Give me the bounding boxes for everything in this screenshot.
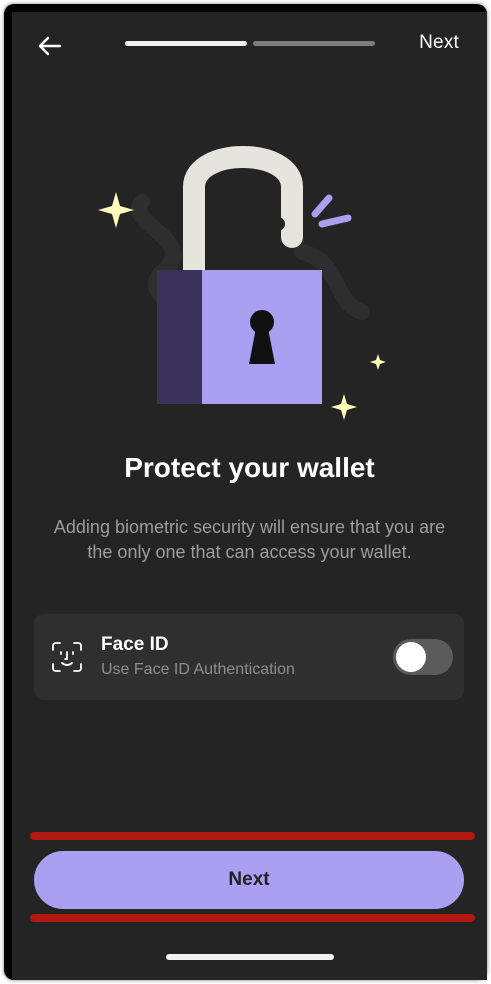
step-progress-bar [125,41,375,47]
next-button[interactable]: Next [34,851,464,909]
open-padlock-icon [98,146,386,420]
progress-step-1 [125,41,247,46]
app-screen: Next Protect your wallet Adding biometri… [12,12,487,980]
top-bar: Next [12,12,487,82]
arrow-left-icon [38,36,62,56]
home-indicator [166,954,334,960]
page-description: Adding biometric security will ensure th… [53,517,446,562]
face-id-title: Face ID [101,634,169,655]
phone-frame: Next Protect your wallet Adding biometri… [4,4,487,980]
annotation-red-underline-top [30,832,475,840]
face-id-toggle[interactable] [393,639,453,675]
page-title: Protect your wallet [124,452,375,483]
next-link-top[interactable]: Next [419,32,459,54]
progress-step-2 [253,41,375,46]
face-id-icon [52,642,82,672]
annotation-red-underline-bottom [30,914,475,922]
back-button[interactable] [34,30,66,62]
toggle-knob [396,642,426,672]
face-id-subtitle: Use Face ID Authentication [101,661,295,678]
